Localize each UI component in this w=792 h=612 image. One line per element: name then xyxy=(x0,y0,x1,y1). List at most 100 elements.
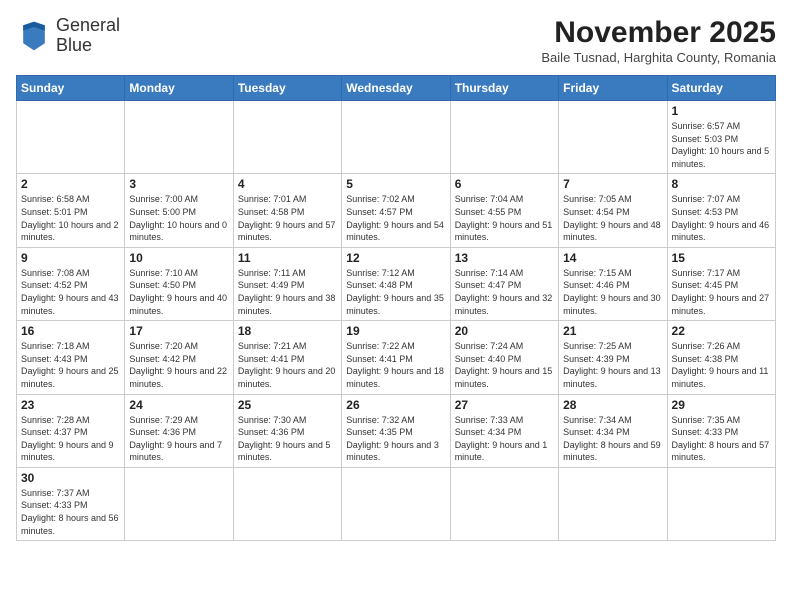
day-info: Sunrise: 7:17 AMSunset: 4:45 PMDaylight:… xyxy=(672,267,771,317)
day-number: 23 xyxy=(21,398,120,412)
weekday-header-cell: Friday xyxy=(559,76,667,101)
calendar-day-cell: 12 Sunrise: 7:12 AMSunset: 4:48 PMDayligh… xyxy=(342,247,450,320)
day-info: Sunrise: 7:11 AMSunset: 4:49 PMDaylight:… xyxy=(238,267,337,317)
calendar-day-cell: 26 Sunrise: 7:32 AMSunset: 4:35 PMDayligh… xyxy=(342,394,450,467)
day-info: Sunrise: 7:08 AMSunset: 4:52 PMDaylight:… xyxy=(21,267,120,317)
logo-area: General Blue xyxy=(16,16,120,56)
calendar-title: November 2025 xyxy=(541,16,776,50)
day-info: Sunrise: 6:58 AMSunset: 5:01 PMDaylight:… xyxy=(21,193,120,243)
calendar-day-cell: 4 Sunrise: 7:01 AMSunset: 4:58 PMDaylight… xyxy=(233,174,341,247)
calendar-day-cell xyxy=(450,101,558,174)
day-number: 3 xyxy=(129,177,228,191)
calendar-week-row: 23 Sunrise: 7:28 AMSunset: 4:37 PMDayligh… xyxy=(17,394,776,467)
day-number: 17 xyxy=(129,324,228,338)
calendar-day-cell: 20Sunrise: 7:24 AMSunset: 4:40 PMDayligh… xyxy=(450,321,558,394)
calendar-day-cell xyxy=(559,467,667,540)
calendar-day-cell: 8Sunrise: 7:07 AMSunset: 4:53 PMDaylight… xyxy=(667,174,775,247)
calendar-day-cell xyxy=(125,467,233,540)
calendar-subtitle: Baile Tusnad, Harghita County, Romania xyxy=(541,50,776,65)
calendar-day-cell xyxy=(559,101,667,174)
calendar-day-cell: 25 Sunrise: 7:30 AMSunset: 4:36 PMDayligh… xyxy=(233,394,341,467)
day-info: Sunrise: 7:02 AMSunset: 4:57 PMDaylight:… xyxy=(346,193,445,243)
day-info: Sunrise: 7:22 AMSunset: 4:41 PMDaylight:… xyxy=(346,340,445,390)
day-number: 18 xyxy=(238,324,337,338)
day-info: Sunrise: 7:35 AMSunset: 4:33 PMDaylight:… xyxy=(672,414,771,464)
day-number: 9 xyxy=(21,251,120,265)
weekday-header-cell: Wednesday xyxy=(342,76,450,101)
calendar-day-cell: 5 Sunrise: 7:02 AMSunset: 4:57 PMDaylight… xyxy=(342,174,450,247)
calendar-day-cell: 28Sunrise: 7:34 AMSunset: 4:34 PMDayligh… xyxy=(559,394,667,467)
weekday-header-row: SundayMondayTuesdayWednesdayThursdayFrid… xyxy=(17,76,776,101)
weekday-header-cell: Sunday xyxy=(17,76,125,101)
calendar-day-cell xyxy=(450,467,558,540)
day-info: Sunrise: 7:07 AMSunset: 4:53 PMDaylight:… xyxy=(672,193,771,243)
calendar-body: 1Sunrise: 6:57 AMSunset: 5:03 PMDaylight… xyxy=(17,101,776,541)
calendar-day-cell: 19Sunrise: 7:22 AMSunset: 4:41 PMDayligh… xyxy=(342,321,450,394)
day-number: 2 xyxy=(21,177,120,191)
weekday-header-cell: Saturday xyxy=(667,76,775,101)
day-number: 5 xyxy=(346,177,445,191)
day-number: 11 xyxy=(238,251,337,265)
calendar-day-cell: 9 Sunrise: 7:08 AMSunset: 4:52 PMDaylight… xyxy=(17,247,125,320)
day-number: 24 xyxy=(129,398,228,412)
calendar-day-cell xyxy=(125,101,233,174)
weekday-header-cell: Monday xyxy=(125,76,233,101)
day-info: Sunrise: 7:30 AMSunset: 4:36 PMDaylight:… xyxy=(238,414,337,464)
calendar-day-cell: 16Sunrise: 7:18 AMSunset: 4:43 PMDayligh… xyxy=(17,321,125,394)
day-info: Sunrise: 7:29 AMSunset: 4:36 PMDaylight:… xyxy=(129,414,228,464)
calendar-day-cell: 11 Sunrise: 7:11 AMSunset: 4:49 PMDayligh… xyxy=(233,247,341,320)
day-info: Sunrise: 7:04 AMSunset: 4:55 PMDaylight:… xyxy=(455,193,554,243)
calendar-week-row: 30 Sunrise: 7:37 AMSunset: 4:33 PMDayligh… xyxy=(17,467,776,540)
calendar-day-cell xyxy=(233,467,341,540)
calendar-day-cell: 15 Sunrise: 7:17 AMSunset: 4:45 PMDayligh… xyxy=(667,247,775,320)
calendar-day-cell: 21 Sunrise: 7:25 AMSunset: 4:39 PMDayligh… xyxy=(559,321,667,394)
day-info: Sunrise: 7:25 AMSunset: 4:39 PMDaylight:… xyxy=(563,340,662,390)
calendar-day-cell: 3 Sunrise: 7:00 AMSunset: 5:00 PMDaylight… xyxy=(125,174,233,247)
calendar-day-cell: 7Sunrise: 7:05 AMSunset: 4:54 PMDaylight… xyxy=(559,174,667,247)
day-info: Sunrise: 6:57 AMSunset: 5:03 PMDaylight:… xyxy=(672,120,771,170)
calendar-day-cell: 13Sunrise: 7:14 AMSunset: 4:47 PMDayligh… xyxy=(450,247,558,320)
day-number: 4 xyxy=(238,177,337,191)
day-number: 30 xyxy=(21,471,120,485)
day-info: Sunrise: 7:10 AMSunset: 4:50 PMDaylight:… xyxy=(129,267,228,317)
day-info: Sunrise: 7:12 AMSunset: 4:48 PMDaylight:… xyxy=(346,267,445,317)
day-number: 21 xyxy=(563,324,662,338)
logo-line2: Blue xyxy=(56,36,120,56)
day-info: Sunrise: 7:14 AMSunset: 4:47 PMDaylight:… xyxy=(455,267,554,317)
day-info: Sunrise: 7:21 AMSunset: 4:41 PMDaylight:… xyxy=(238,340,337,390)
day-info: Sunrise: 7:33 AMSunset: 4:34 PMDaylight:… xyxy=(455,414,554,464)
day-number: 26 xyxy=(346,398,445,412)
weekday-header-cell: Tuesday xyxy=(233,76,341,101)
day-info: Sunrise: 7:01 AMSunset: 4:58 PMDaylight:… xyxy=(238,193,337,243)
day-info: Sunrise: 7:18 AMSunset: 4:43 PMDaylight:… xyxy=(21,340,120,390)
calendar-day-cell: 27Sunrise: 7:33 AMSunset: 4:34 PMDayligh… xyxy=(450,394,558,467)
calendar-day-cell: 2 Sunrise: 6:58 AMSunset: 5:01 PMDaylight… xyxy=(17,174,125,247)
title-area: November 2025 Baile Tusnad, Harghita Cou… xyxy=(541,16,776,65)
day-info: Sunrise: 7:15 AMSunset: 4:46 PMDaylight:… xyxy=(563,267,662,317)
calendar-day-cell: 14 Sunrise: 7:15 AMSunset: 4:46 PMDayligh… xyxy=(559,247,667,320)
calendar-week-row: 16Sunrise: 7:18 AMSunset: 4:43 PMDayligh… xyxy=(17,321,776,394)
day-number: 15 xyxy=(672,251,771,265)
day-info: Sunrise: 7:20 AMSunset: 4:42 PMDaylight:… xyxy=(129,340,228,390)
calendar-day-cell xyxy=(342,101,450,174)
calendar-day-cell: 6Sunrise: 7:04 AMSunset: 4:55 PMDaylight… xyxy=(450,174,558,247)
calendar-day-cell: 18 Sunrise: 7:21 AMSunset: 4:41 PMDayligh… xyxy=(233,321,341,394)
day-info: Sunrise: 7:32 AMSunset: 4:35 PMDaylight:… xyxy=(346,414,445,464)
day-info: Sunrise: 7:37 AMSunset: 4:33 PMDaylight:… xyxy=(21,487,120,537)
day-info: Sunrise: 7:00 AMSunset: 5:00 PMDaylight:… xyxy=(129,193,228,243)
calendar-day-cell xyxy=(667,467,775,540)
logo-line1: General xyxy=(56,16,120,36)
day-number: 10 xyxy=(129,251,228,265)
day-number: 25 xyxy=(238,398,337,412)
day-number: 14 xyxy=(563,251,662,265)
calendar-day-cell: 29 Sunrise: 7:35 AMSunset: 4:33 PMDayligh… xyxy=(667,394,775,467)
day-number: 22 xyxy=(672,324,771,338)
day-info: Sunrise: 7:28 AMSunset: 4:37 PMDaylight:… xyxy=(21,414,120,464)
header: General Blue November 2025 Baile Tusnad,… xyxy=(16,16,776,65)
day-number: 12 xyxy=(346,251,445,265)
logo-text: General Blue xyxy=(56,16,120,56)
calendar-week-row: 2 Sunrise: 6:58 AMSunset: 5:01 PMDaylight… xyxy=(17,174,776,247)
day-number: 29 xyxy=(672,398,771,412)
calendar-day-cell: 17 Sunrise: 7:20 AMSunset: 4:42 PMDayligh… xyxy=(125,321,233,394)
calendar-day-cell: 23 Sunrise: 7:28 AMSunset: 4:37 PMDayligh… xyxy=(17,394,125,467)
